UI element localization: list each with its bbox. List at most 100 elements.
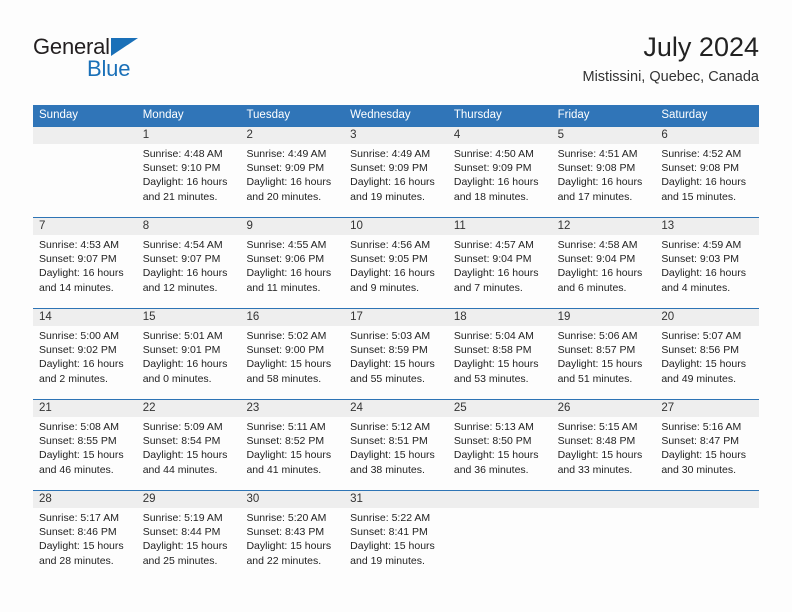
day-cell[interactable]: Sunrise: 5:09 AM Sunset: 8:54 PM Dayligh…: [137, 417, 241, 490]
day-number[interactable]: 5: [552, 127, 656, 144]
daylight-text-line1: Daylight: 16 hours: [142, 267, 228, 280]
triangle-icon: [111, 38, 138, 56]
day-cell[interactable]: Sunrise: 5:08 AM Sunset: 8:55 PM Dayligh…: [33, 417, 137, 490]
sunrise-text: Sunrise: 5:01 AM: [142, 330, 223, 342]
day-number[interactable]: 2: [240, 127, 344, 144]
day-cell[interactable]: Sunrise: 4:53 AM Sunset: 9:07 PM Dayligh…: [33, 235, 137, 308]
daylight-text-line1: Daylight: 16 hours: [142, 358, 228, 371]
calendar-week-row: 1 2 3 4 5 6 Sunrise: 4:48 AM Sunset: 9:1…: [33, 126, 759, 217]
day-cell[interactable]: Sunrise: 4:56 AM Sunset: 9:05 PM Dayligh…: [344, 235, 448, 308]
sunset-text: Sunset: 9:03 PM: [661, 253, 739, 266]
sunset-text: Sunset: 9:07 PM: [39, 253, 117, 266]
day-number[interactable]: 22: [137, 400, 241, 417]
daylight-text-line2: and 46 minutes.: [39, 463, 114, 476]
day-cell[interactable]: Sunrise: 5:04 AM Sunset: 8:58 PM Dayligh…: [448, 326, 552, 399]
daylight-text-line2: and 14 minutes.: [39, 281, 114, 294]
day-cell[interactable]: [448, 508, 552, 581]
day-cell[interactable]: Sunrise: 4:59 AM Sunset: 9:03 PM Dayligh…: [655, 235, 759, 308]
day-cell[interactable]: Sunrise: 5:13 AM Sunset: 8:50 PM Dayligh…: [448, 417, 552, 490]
day-number[interactable]: 29: [137, 491, 241, 508]
day-number[interactable]: [655, 491, 759, 508]
day-cell[interactable]: Sunrise: 5:00 AM Sunset: 9:02 PM Dayligh…: [33, 326, 137, 399]
day-number[interactable]: 14: [33, 309, 137, 326]
day-number[interactable]: 8: [137, 218, 241, 235]
general-blue-logo[interactable]: General Blue: [33, 34, 173, 90]
day-number[interactable]: 4: [448, 127, 552, 144]
daylight-text-line1: Daylight: 16 hours: [350, 267, 435, 280]
weekday-header-wednesday: Wednesday: [350, 109, 411, 121]
day-cell[interactable]: Sunrise: 5:16 AM Sunset: 8:47 PM Dayligh…: [655, 417, 759, 490]
day-cell[interactable]: Sunrise: 5:19 AM Sunset: 8:44 PM Dayligh…: [137, 508, 241, 581]
day-number[interactable]: 11: [448, 218, 552, 235]
day-number[interactable]: 21: [33, 400, 137, 417]
day-cell[interactable]: Sunrise: 4:52 AM Sunset: 9:08 PM Dayligh…: [655, 144, 759, 217]
day-number[interactable]: 15: [137, 309, 241, 326]
day-cell[interactable]: Sunrise: 5:03 AM Sunset: 8:59 PM Dayligh…: [344, 326, 448, 399]
sunrise-text: Sunrise: 4:57 AM: [453, 239, 534, 251]
day-number[interactable]: 27: [655, 400, 759, 417]
day-cell[interactable]: Sunrise: 5:17 AM Sunset: 8:46 PM Dayligh…: [33, 508, 137, 581]
day-cell[interactable]: [552, 508, 656, 581]
day-number[interactable]: [552, 491, 656, 508]
day-number[interactable]: 20: [655, 309, 759, 326]
sunset-text: Sunset: 9:01 PM: [142, 344, 221, 357]
page-title: July 2024: [643, 32, 759, 62]
day-number[interactable]: 6: [655, 127, 759, 144]
day-cell[interactable]: Sunrise: 4:51 AM Sunset: 9:08 PM Dayligh…: [552, 144, 656, 217]
sunset-text: Sunset: 9:09 PM: [350, 162, 428, 175]
daylight-text-line2: and 0 minutes.: [142, 372, 212, 385]
day-number[interactable]: 18: [448, 309, 552, 326]
daylight-text-line1: Daylight: 16 hours: [246, 176, 332, 189]
day-cell[interactable]: Sunrise: 4:50 AM Sunset: 9:09 PM Dayligh…: [448, 144, 552, 217]
day-cell[interactable]: Sunrise: 5:01 AM Sunset: 9:01 PM Dayligh…: [137, 326, 241, 399]
day-number[interactable]: 1: [137, 127, 241, 144]
day-number[interactable]: 17: [344, 309, 448, 326]
weekday-header-tuesday: Tuesday: [246, 109, 291, 121]
day-number[interactable]: 31: [344, 491, 448, 508]
day-number[interactable]: 28: [33, 491, 137, 508]
sunrise-text: Sunrise: 4:48 AM: [142, 148, 223, 160]
day-number[interactable]: 30: [240, 491, 344, 508]
sunset-text: Sunset: 9:00 PM: [246, 344, 325, 357]
day-cell[interactable]: Sunrise: 4:57 AM Sunset: 9:04 PM Dayligh…: [448, 235, 552, 308]
day-number[interactable]: 19: [552, 309, 656, 326]
sunrise-text: Sunrise: 5:03 AM: [350, 330, 431, 342]
daylight-text-line2: and 58 minutes.: [246, 372, 322, 385]
sunrise-text: Sunrise: 5:22 AM: [350, 512, 431, 524]
day-cell[interactable]: Sunrise: 5:06 AM Sunset: 8:57 PM Dayligh…: [552, 326, 656, 399]
day-number[interactable]: [33, 127, 137, 144]
day-cell[interactable]: Sunrise: 5:02 AM Sunset: 9:00 PM Dayligh…: [240, 326, 344, 399]
day-number[interactable]: 24: [344, 400, 448, 417]
day-number[interactable]: 25: [448, 400, 552, 417]
day-cell[interactable]: Sunrise: 5:07 AM Sunset: 8:56 PM Dayligh…: [655, 326, 759, 399]
day-number[interactable]: 12: [552, 218, 656, 235]
day-cell[interactable]: [33, 144, 137, 217]
day-cell[interactable]: Sunrise: 4:49 AM Sunset: 9:09 PM Dayligh…: [344, 144, 448, 217]
day-cell[interactable]: Sunrise: 5:20 AM Sunset: 8:43 PM Dayligh…: [240, 508, 344, 581]
day-cell[interactable]: Sunrise: 4:55 AM Sunset: 9:06 PM Dayligh…: [240, 235, 344, 308]
day-number[interactable]: 7: [33, 218, 137, 235]
sunrise-text: Sunrise: 4:55 AM: [246, 239, 327, 251]
day-cell[interactable]: Sunrise: 5:15 AM Sunset: 8:48 PM Dayligh…: [552, 417, 656, 490]
day-number[interactable]: 10: [344, 218, 448, 235]
day-cell[interactable]: Sunrise: 4:58 AM Sunset: 9:04 PM Dayligh…: [552, 235, 656, 308]
day-cell[interactable]: Sunrise: 5:22 AM Sunset: 8:41 PM Dayligh…: [344, 508, 448, 581]
day-cell[interactable]: Sunrise: 4:54 AM Sunset: 9:07 PM Dayligh…: [137, 235, 241, 308]
day-number[interactable]: 13: [655, 218, 759, 235]
daylight-text-line1: Daylight: 15 hours: [350, 358, 435, 371]
day-number[interactable]: 26: [552, 400, 656, 417]
weekday-header-saturday: Saturday: [661, 109, 708, 121]
daylight-text-line2: and 7 minutes.: [453, 281, 523, 294]
day-number[interactable]: 3: [344, 127, 448, 144]
day-number[interactable]: 23: [240, 400, 344, 417]
day-cell[interactable]: [655, 508, 759, 581]
day-cell[interactable]: Sunrise: 4:48 AM Sunset: 9:10 PM Dayligh…: [137, 144, 241, 217]
day-number[interactable]: [448, 491, 552, 508]
day-number[interactable]: 16: [240, 309, 344, 326]
day-number[interactable]: 9: [240, 218, 344, 235]
day-cell[interactable]: Sunrise: 5:11 AM Sunset: 8:52 PM Dayligh…: [240, 417, 344, 490]
sunrise-text: Sunrise: 5:02 AM: [246, 330, 327, 342]
day-cell[interactable]: Sunrise: 5:12 AM Sunset: 8:51 PM Dayligh…: [344, 417, 448, 490]
daylight-text-line1: Daylight: 15 hours: [453, 358, 539, 371]
day-cell[interactable]: Sunrise: 4:49 AM Sunset: 9:09 PM Dayligh…: [240, 144, 344, 217]
